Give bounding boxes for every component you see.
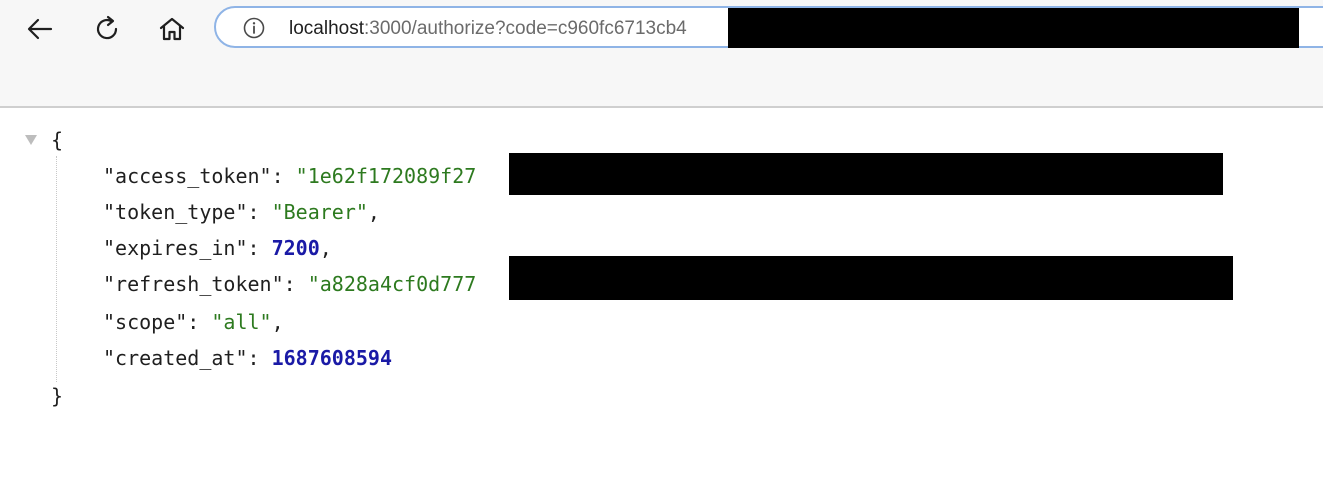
json-separator: : (187, 310, 212, 334)
json-key: "expires_in" (103, 236, 248, 260)
json-row-expires-in: "expires_in": 7200, (103, 236, 332, 260)
json-separator: : (247, 200, 272, 224)
home-icon (159, 17, 185, 41)
json-key: "scope" (103, 310, 188, 334)
json-key: "created_at" (103, 346, 248, 370)
collapse-toggle-icon[interactable] (25, 135, 37, 145)
json-value: "all" (211, 310, 272, 334)
json-comma: , (319, 236, 332, 260)
reload-icon (96, 15, 118, 40)
json-value: 1687608594 (271, 346, 393, 370)
json-close-brace: } (51, 384, 64, 408)
json-separator: : (283, 272, 308, 296)
info-icon[interactable] (243, 17, 265, 39)
json-value: 7200 (271, 236, 320, 260)
json-row-access-token: "access_token": "1e62f172089f27 (103, 164, 476, 188)
json-separator: : (271, 164, 296, 188)
json-row-refresh-token: "refresh_token": "a828a4cf0d777 (103, 272, 476, 296)
json-open-brace: { (51, 128, 64, 152)
arrow-left-icon (27, 18, 53, 40)
redaction-block (509, 153, 1223, 195)
url-text[interactable]: localhost:3000/authorize?code=c960fc6713… (289, 18, 687, 40)
json-comma: , (271, 310, 284, 334)
redaction-block (728, 8, 1299, 48)
json-comma: , (367, 200, 380, 224)
json-separator: : (247, 346, 272, 370)
home-button[interactable] (153, 10, 191, 48)
url-host: localhost (289, 18, 364, 39)
back-button[interactable] (21, 10, 59, 48)
json-separator: : (247, 236, 272, 260)
json-value: "a828a4cf0d777 (307, 272, 477, 296)
json-value: "1e62f172089f27 (295, 164, 477, 188)
json-key: "access_token" (103, 164, 272, 188)
indent-guide (56, 156, 57, 382)
json-row-token-type: "token_type": "Bearer", (103, 200, 380, 224)
url-path: :3000/authorize?code=c960fc6713cb4 (364, 18, 687, 39)
json-viewer: { "access_token": "1e62f172089f27 "token… (0, 108, 1323, 489)
json-key: "refresh_token" (103, 272, 284, 296)
reload-button[interactable] (88, 10, 126, 48)
json-key: "token_type" (103, 200, 248, 224)
browser-toolbar: localhost:3000/authorize?code=c960fc6713… (0, 0, 1323, 108)
json-row-created-at: "created_at": 1687608594 (103, 346, 392, 370)
json-row-scope: "scope": "all", (103, 310, 284, 334)
address-bar[interactable]: localhost:3000/authorize?code=c960fc6713… (214, 6, 1323, 48)
redaction-block (509, 256, 1233, 300)
json-value: "Bearer" (271, 200, 368, 224)
